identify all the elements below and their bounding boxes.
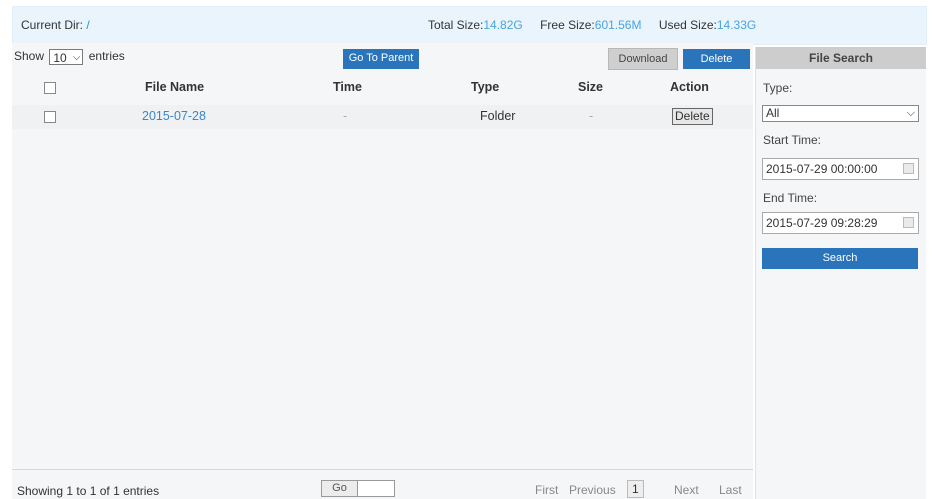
start-time-input[interactable]: 2015-07-29 00:00:00: [762, 158, 919, 180]
header-time[interactable]: Time: [333, 80, 362, 94]
file-name-link[interactable]: 2015-07-28: [142, 109, 206, 123]
free-size-label: Free Size:: [540, 18, 595, 32]
file-search-title: File Search: [756, 47, 926, 69]
entries-select-value: 10: [53, 51, 67, 65]
entries-info: Showing 1 to 1 of 1 entries: [17, 484, 160, 498]
chevron-down-icon: ⌵: [906, 107, 915, 119]
download-button[interactable]: Download: [608, 48, 678, 70]
used-size-value: 14.33G: [716, 18, 757, 32]
search-button[interactable]: Search: [762, 248, 918, 269]
file-list-panel: Show 10 ⌵ entries Go To Parent Download …: [12, 43, 753, 499]
current-dir: Current Dir: /: [21, 18, 90, 32]
entries-select[interactable]: 10 ⌵: [49, 49, 84, 65]
total-size-value: 14.82G: [483, 18, 523, 32]
last-page-link[interactable]: Last: [719, 483, 742, 497]
row-checkbox[interactable]: [44, 111, 56, 123]
previous-page-link[interactable]: Previous: [569, 483, 616, 497]
end-time-value: 2015-07-29 09:28:29: [766, 216, 878, 230]
select-all-checkbox[interactable]: [44, 82, 56, 94]
end-time-label: End Time:: [763, 191, 818, 205]
free-size-value: 601.56M: [594, 18, 642, 32]
type-select[interactable]: All ⌵: [762, 105, 919, 122]
file-search-panel: File Search Type: All ⌵ Start Time: 2015…: [755, 47, 926, 499]
first-page-link[interactable]: First: [535, 483, 558, 497]
type-label: Type:: [763, 81, 793, 95]
end-time-input[interactable]: 2015-07-29 09:28:29: [762, 212, 919, 234]
header-size[interactable]: Size: [578, 80, 603, 94]
header-type[interactable]: Type: [471, 80, 499, 94]
show-label: Show: [14, 49, 45, 64]
calendar-icon[interactable]: [903, 217, 914, 228]
current-page[interactable]: 1: [627, 480, 644, 498]
total-size-label: Total Size:: [428, 18, 484, 32]
storage-stats: Total Size:14.82G Free Size:601.56M Used…: [428, 18, 770, 32]
delete-button[interactable]: Delete: [683, 49, 750, 69]
entries-control: Show 10 ⌵ entries: [14, 49, 125, 65]
go-to-parent-button[interactable]: Go To Parent: [343, 49, 419, 69]
table-header: File Name Time Type Size Action: [12, 76, 753, 100]
divider: [12, 469, 753, 470]
current-dir-label: Current Dir:: [21, 18, 84, 32]
start-time-label: Start Time:: [763, 133, 822, 147]
used-size-label: Used Size:: [658, 18, 717, 32]
page-jump: Go: [321, 480, 395, 497]
next-page-link[interactable]: Next: [674, 483, 699, 497]
row-type: Folder: [480, 109, 516, 123]
go-button[interactable]: Go: [322, 481, 358, 496]
row-size: -: [589, 109, 594, 123]
chevron-down-icon: ⌵: [72, 52, 81, 63]
current-dir-value: /: [86, 18, 90, 32]
start-time-value: 2015-07-29 00:00:00: [766, 162, 878, 176]
header-file-name[interactable]: File Name: [145, 80, 204, 94]
row-time: -: [343, 109, 348, 123]
calendar-icon[interactable]: [903, 163, 914, 174]
type-select-value: All: [766, 106, 780, 120]
row-delete-button[interactable]: Delete: [672, 108, 713, 125]
status-bar: Current Dir: / Total Size:14.82G Free Si…: [12, 6, 927, 45]
entries-label: entries: [88, 49, 125, 64]
header-action: Action: [670, 80, 709, 94]
table-row: 2015-07-28 - Folder - Delete: [12, 105, 753, 129]
